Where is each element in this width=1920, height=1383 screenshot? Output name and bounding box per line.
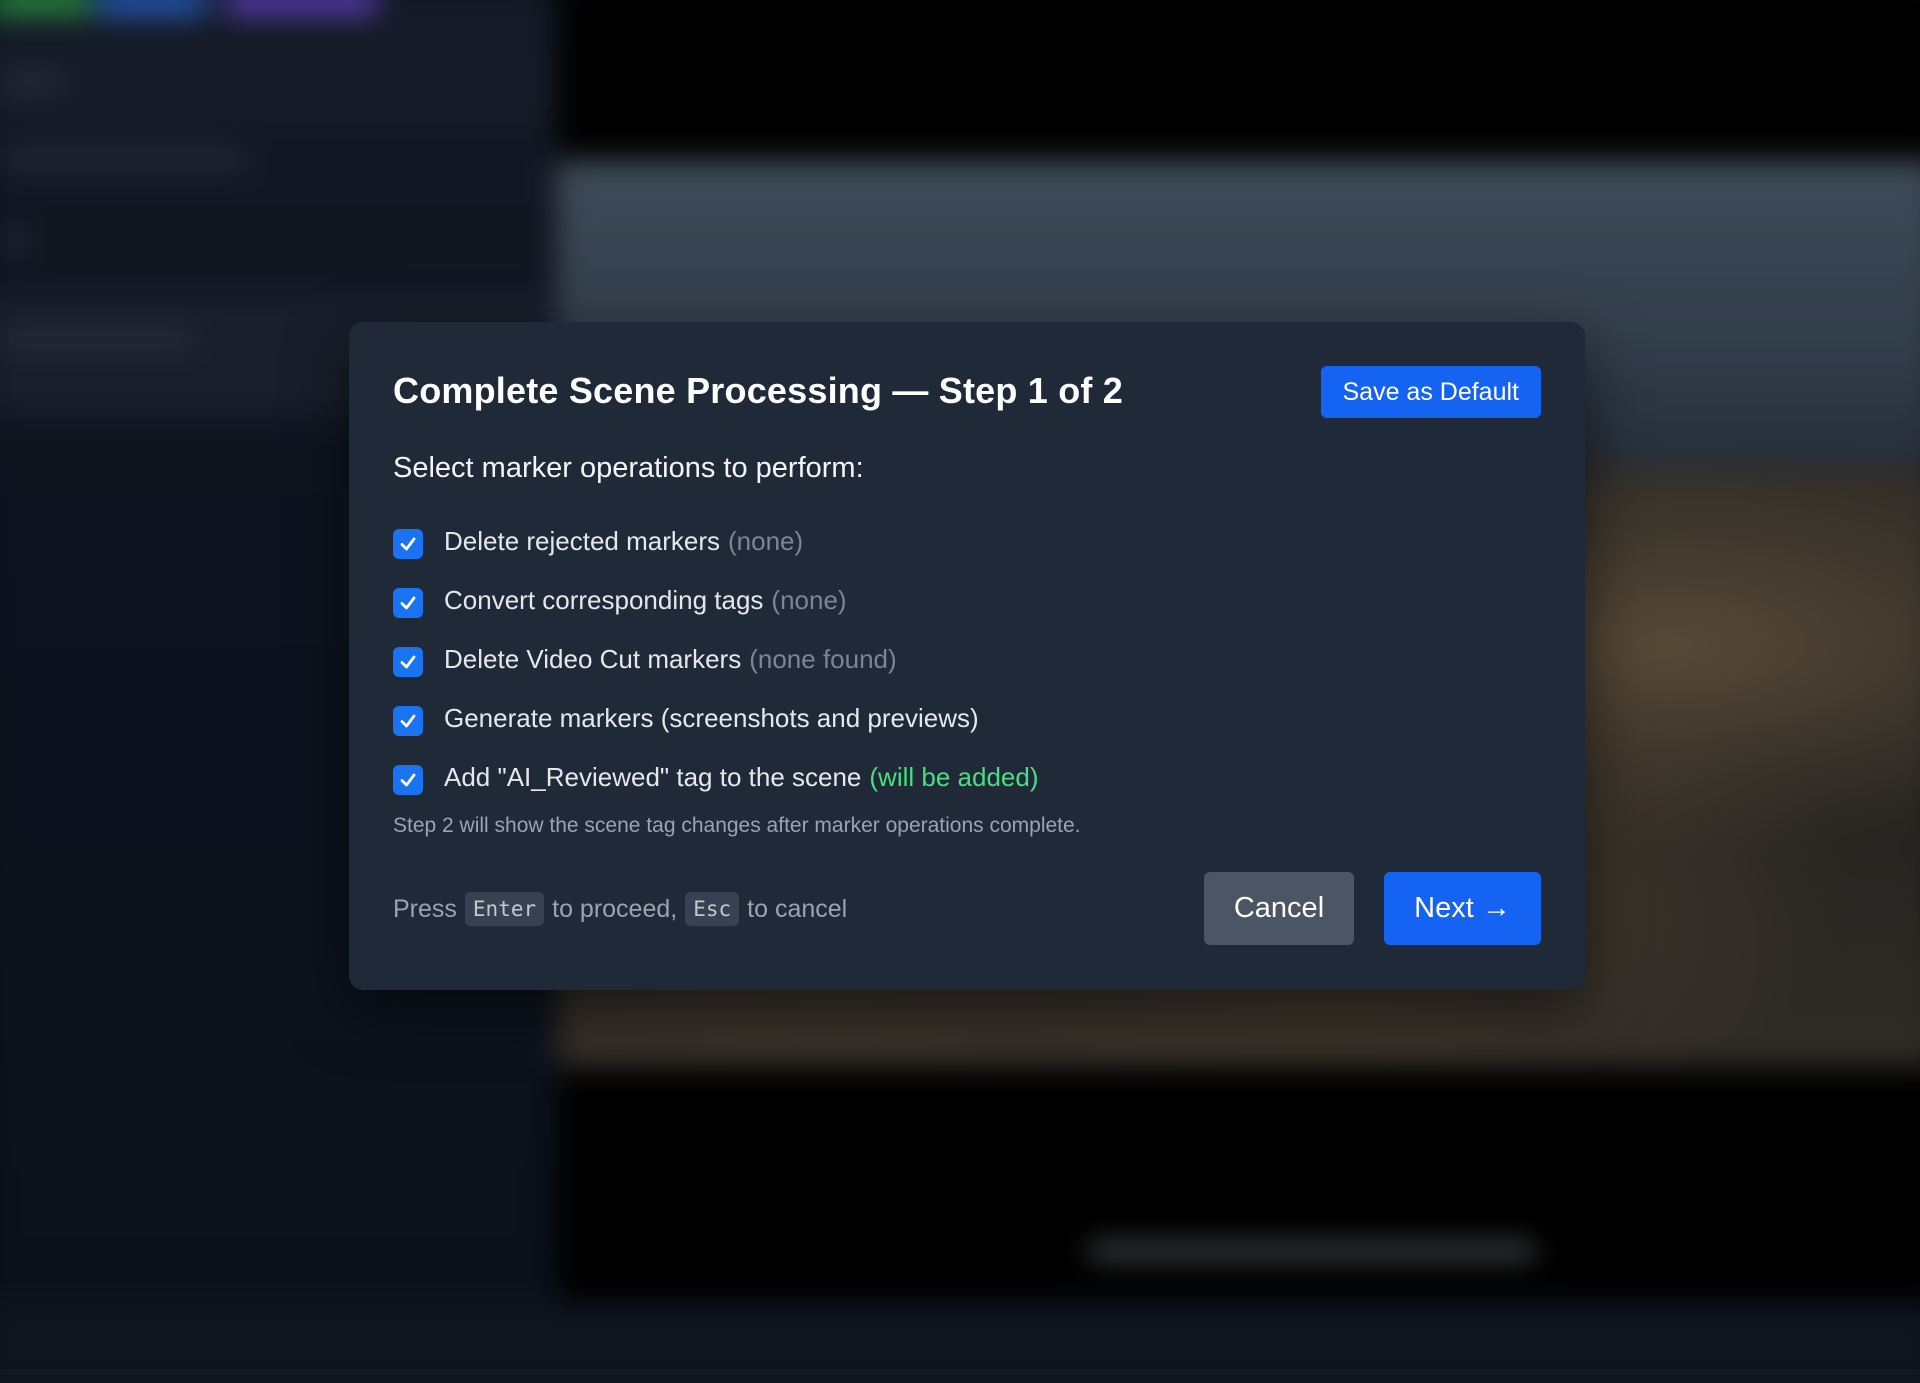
option-convert-corresponding-tags[interactable]: Convert corresponding tags (none) xyxy=(393,571,1038,630)
cancel-button[interactable]: Cancel xyxy=(1204,872,1354,945)
check-icon xyxy=(398,652,418,672)
check-icon xyxy=(398,711,418,731)
option-status: (will be added) xyxy=(869,762,1038,793)
option-label: Generate markers (screenshots and previe… xyxy=(444,703,979,734)
hint-to-cancel: to cancel xyxy=(747,895,847,924)
option-label: Add "AI_Reviewed" tag to the scene xyxy=(444,762,861,793)
option-status: (none) xyxy=(771,585,846,616)
option-label: Delete rejected markers xyxy=(444,526,720,557)
option-status: (none found) xyxy=(749,644,896,675)
option-label: Delete Video Cut markers xyxy=(444,644,741,675)
option-add-ai-reviewed-tag[interactable]: Add "AI_Reviewed" tag to the scene (will… xyxy=(393,748,1038,807)
checkbox[interactable] xyxy=(393,647,423,677)
checkbox[interactable] xyxy=(393,529,423,559)
option-generate-markers[interactable]: Generate markers (screenshots and previe… xyxy=(393,689,1038,748)
checkbox[interactable] xyxy=(393,588,423,618)
hint-press: Press xyxy=(393,895,457,924)
next-button[interactable]: Next → xyxy=(1384,872,1541,945)
checkbox[interactable] xyxy=(393,765,423,795)
esc-key-badge: Esc xyxy=(685,892,739,926)
option-label: Convert corresponding tags xyxy=(444,585,763,616)
complete-scene-processing-dialog: Complete Scene Processing — Step 1 of 2 … xyxy=(349,322,1585,990)
check-icon xyxy=(398,593,418,613)
option-delete-video-cut-markers[interactable]: Delete Video Cut markers (none found) xyxy=(393,630,1038,689)
option-delete-rejected-markers[interactable]: Delete rejected markers (none) xyxy=(393,512,1038,571)
check-icon xyxy=(398,534,418,554)
enter-key-badge: Enter xyxy=(465,892,544,926)
check-icon xyxy=(398,770,418,790)
marker-operations-list: Delete rejected markers (none) Convert c… xyxy=(393,512,1038,807)
keyboard-hint: Press Enter to proceed, Esc to cancel xyxy=(393,892,847,926)
save-as-default-button[interactable]: Save as Default xyxy=(1321,366,1542,418)
option-status: (none) xyxy=(728,526,803,557)
checkbox[interactable] xyxy=(393,706,423,736)
section-label: Select marker operations to perform: xyxy=(393,452,864,485)
step-note: Step 2 will show the scene tag changes a… xyxy=(393,814,1081,838)
dialog-title: Complete Scene Processing — Step 1 of 2 xyxy=(393,370,1123,412)
hint-to-proceed: to proceed, xyxy=(552,895,677,924)
